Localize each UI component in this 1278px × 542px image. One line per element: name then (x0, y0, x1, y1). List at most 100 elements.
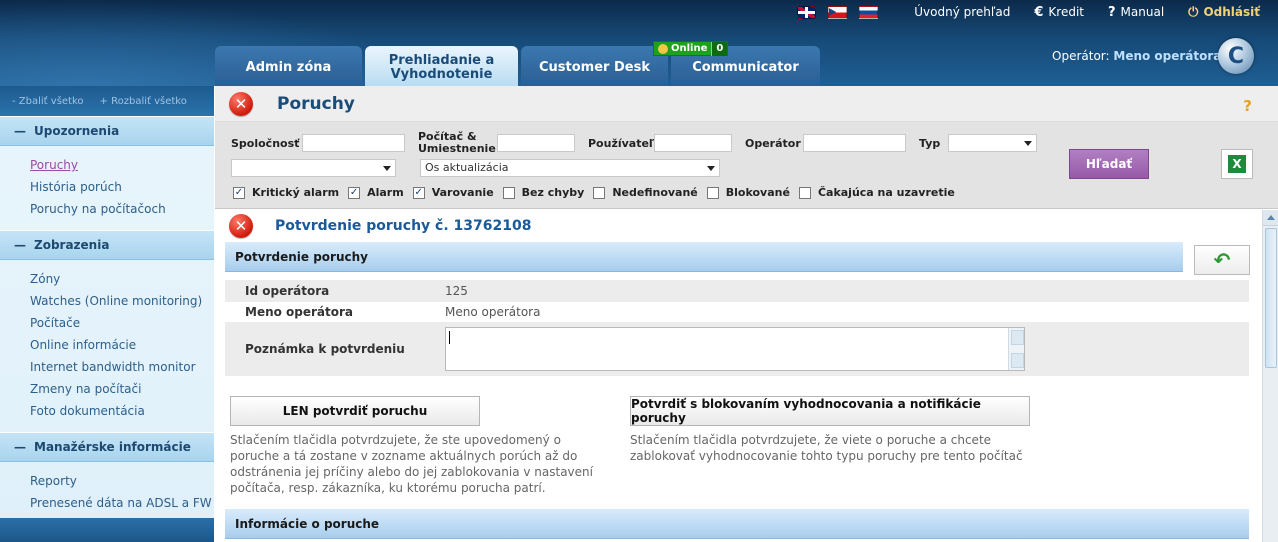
checkbox-checked-icon: ✓ (412, 186, 425, 199)
user-icon (658, 43, 668, 54)
error-icon: ✕ (229, 91, 253, 116)
top-links: Úvodný prehľad € Kredit ? Manual ⏻ Odhlásiť (797, 3, 1260, 21)
app-header: Úvodný prehľad € Kredit ? Manual ⏻ Odhlásiť… (0, 0, 1278, 86)
error-icon: ✕ (229, 214, 253, 238)
dropdown-arrow-icon (707, 166, 715, 171)
checkbox-empty-icon (798, 186, 811, 199)
computer-label: Počítač & Umiestnenie (418, 130, 496, 155)
confirm-section-header: Potvrdenie poruchy (225, 242, 1183, 272)
question-icon: ? (1108, 4, 1116, 20)
collapse-icon: — (14, 440, 26, 454)
checkbox-warning[interactable]: ✓ Varovanie (412, 186, 494, 199)
checkbox-checked-icon: ✓ (233, 186, 245, 199)
search-button[interactable]: Hľadať (1069, 149, 1149, 179)
fault-info-section-header: Informácie o poruche (225, 509, 1249, 539)
update-select[interactable]: Os aktualizácia (420, 159, 720, 177)
sidebar-section-alerts[interactable]: — Upozornenia (0, 116, 214, 146)
dropdown-arrow-icon (1024, 141, 1032, 146)
checkbox-checked-icon: ✓ (348, 186, 361, 199)
sidebar-item-bandwidth[interactable]: Internet bandwidth monitor (30, 356, 214, 378)
confirm-block-description: Stlačením tlačidla potvrdzujete, že viet… (630, 433, 1023, 463)
link-overview[interactable]: Úvodný prehľad (914, 5, 1010, 19)
link-credit[interactable]: € Kredit (1034, 5, 1084, 20)
checkbox-awaiting-close[interactable]: Čakajúca na uzavretie (798, 186, 955, 199)
row-operator-id: Id operátora 125 (225, 280, 1249, 302)
sidebar-item-faults[interactable]: Poruchy (30, 154, 214, 176)
tab-admin-zone[interactable]: Admin zóna (215, 46, 362, 86)
note-textarea[interactable] (445, 327, 1025, 371)
checkbox-undefined[interactable]: Nedefinované (593, 186, 698, 199)
company-label: Spoločnosť (231, 137, 300, 150)
expand-all-link[interactable]: + Rozbaliť všetko (100, 96, 187, 107)
checkbox-empty-icon (593, 186, 606, 199)
sidebar-section-management[interactable]: — Manažérske informácie (0, 432, 214, 462)
sidebar-item-watches[interactable]: Watches (Online monitoring) (30, 290, 214, 312)
first-select[interactable] (231, 159, 396, 177)
sidebar-item-photo-docs[interactable]: Foto dokumentácia (30, 400, 214, 422)
sidebar: - Zbaliť všetko + Rozbaliť všetko — Upozo… (0, 86, 214, 542)
sidebar-item-online-info[interactable]: Online informácie (30, 334, 214, 356)
tab-customer-desk[interactable]: Customer Desk (521, 46, 668, 86)
sidebar-toolbar: - Zbaliť všetko + Rozbaliť všetko (0, 86, 214, 116)
confirm-only-description: Stlačením tlačidla potvrdzujete, že ste … (230, 433, 593, 495)
help-icon[interactable]: ? (1243, 97, 1252, 115)
back-button[interactable]: ↶ (1194, 245, 1250, 275)
euro-icon: € (1034, 4, 1044, 20)
app-logo: C (1218, 38, 1254, 74)
company-input[interactable] (302, 134, 405, 152)
scroll-thumb[interactable] (1265, 228, 1277, 368)
user-input[interactable] (654, 134, 732, 152)
cz-flag-icon[interactable] (828, 5, 848, 19)
checkbox-alarm[interactable]: ✓ Alarm (348, 186, 404, 199)
checkbox-row: ✓ Kritický alarm ✓ Alarm ✓ Varovanie Bez ch… (233, 186, 964, 199)
page-header: ✕ Poruchy ? (215, 86, 1278, 122)
sidebar-section-views[interactable]: — Zobrazenia (0, 230, 214, 260)
checkbox-blocked[interactable]: Blokované (706, 186, 790, 199)
tab-browse-evaluate[interactable]: Prehliadanie a Vyhodnotenie (365, 46, 518, 86)
link-manual[interactable]: ? Manual (1108, 5, 1164, 20)
confirm-only-button[interactable]: LEN potvrdiť poruchu (230, 396, 480, 426)
operator-input[interactable] (803, 134, 906, 152)
confirm-content: ✕ Potvrdenie poruchy č. 13762108 Potvrde… (215, 210, 1262, 542)
operator-info: Operátor: Meno operátora (1052, 49, 1222, 63)
type-label: Typ (919, 137, 941, 150)
confirm-block-button[interactable]: Potvrdiť s blokovaním vyhodnocovania a n… (630, 396, 1030, 426)
tab-communicator[interactable]: Communicator Online 0 (653, 41, 820, 86)
dropdown-arrow-icon (383, 166, 391, 171)
textarea-scrollbar[interactable] (1008, 328, 1024, 370)
confirm-title-row: ✕ Potvrdenie poruchy č. 13762108 (215, 210, 1262, 242)
sidebar-item-adsl-data[interactable]: Prenesené dáta na ADSL a FW (30, 492, 214, 514)
online-badge[interactable]: Online 0 (653, 41, 729, 56)
sk-flag-icon[interactable] (859, 5, 879, 19)
sidebar-item-faults-on-computers[interactable]: Poruchy na počítačoch (30, 198, 214, 220)
link-logout[interactable]: ⏻ Odhlásiť (1188, 5, 1260, 20)
filter-panel: Spoločnosť Počítač & Umiestnenie Používa… (215, 122, 1278, 209)
row-note: Poznámka k potvrdeniu (225, 322, 1249, 376)
sidebar-item-fault-history[interactable]: História porúch (30, 176, 214, 198)
computer-input[interactable] (497, 134, 575, 152)
confirm-title: Potvrdenie poruchy č. 13762108 (275, 218, 532, 234)
collapse-all-link[interactable]: - Zbaliť všetko (12, 96, 84, 107)
power-icon: ⏻ (1188, 4, 1199, 20)
sidebar-item-zones[interactable]: Zóny (30, 268, 214, 290)
sidebar-footer (0, 518, 214, 542)
en-flag-icon[interactable] (797, 5, 817, 19)
operator-label: Operátor (745, 137, 801, 150)
undo-arrow-icon: ↶ (1213, 248, 1231, 272)
user-label: Používateľ (588, 137, 655, 150)
online-count: 0 (711, 41, 728, 56)
content-scrollbar[interactable] (1262, 210, 1278, 542)
collapse-icon: — (14, 238, 26, 252)
checkbox-empty-icon (502, 186, 515, 199)
sidebar-item-computers[interactable]: Počítače (30, 312, 214, 334)
sidebar-item-reports[interactable]: Reporty (30, 470, 214, 492)
scroll-up-icon[interactable] (1263, 210, 1278, 226)
excel-export-button[interactable]: X (1221, 149, 1253, 179)
excel-icon: X (1228, 155, 1246, 173)
sidebar-item-changes[interactable]: Zmeny na počítači (30, 378, 214, 400)
checkbox-empty-icon (706, 186, 719, 199)
row-operator-name: Meno operátora Meno operátora (245, 305, 541, 319)
type-select[interactable] (948, 134, 1037, 152)
checkbox-no-error[interactable]: Bez chyby (502, 186, 584, 199)
checkbox-critical[interactable]: ✓ Kritický alarm (233, 186, 339, 199)
